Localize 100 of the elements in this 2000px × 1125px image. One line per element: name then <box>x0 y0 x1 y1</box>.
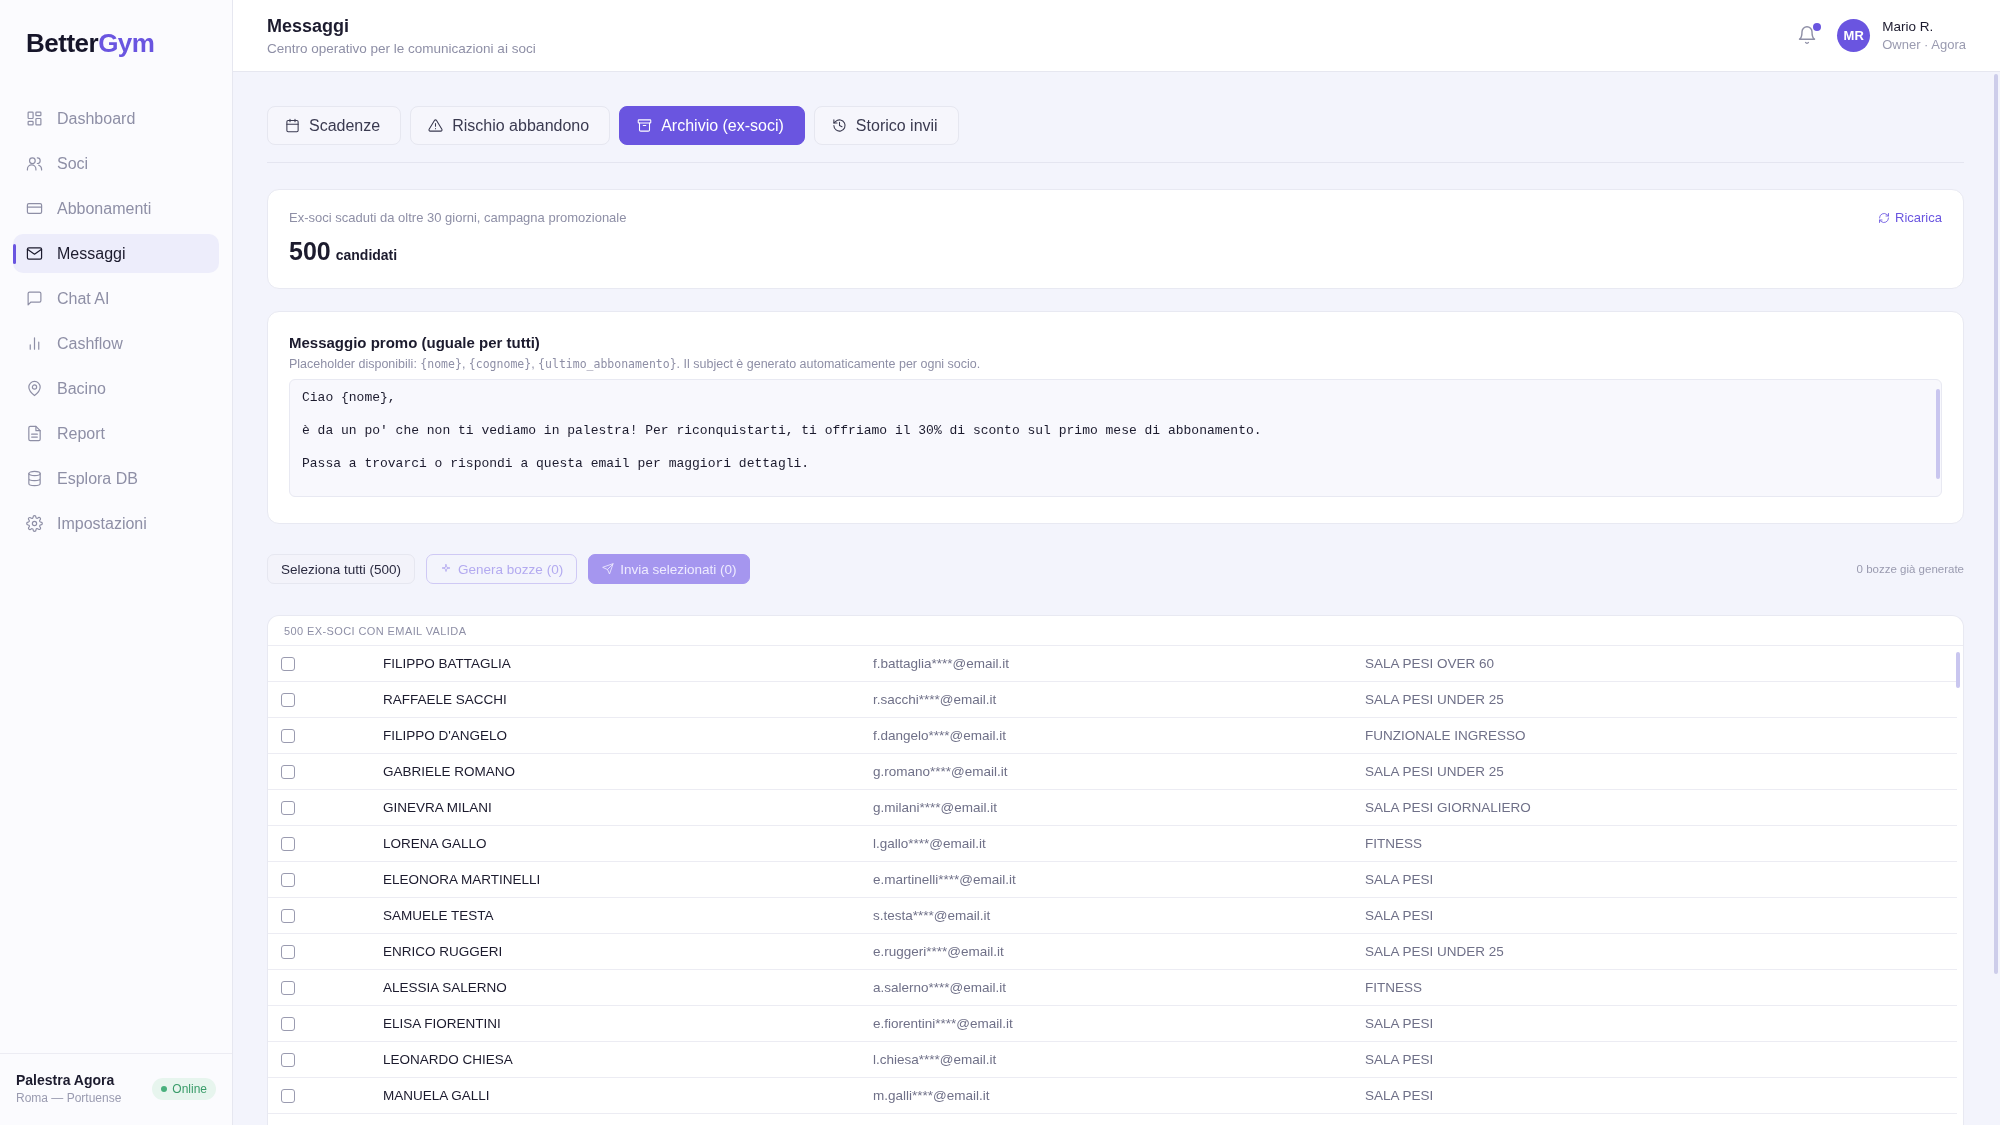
table-cell-text: SALA PESI <box>1365 1016 1435 1031</box>
table-cell-text: ELISA FIORENTINI <box>383 1016 502 1031</box>
select-all-button[interactable]: Seleziona tutti (500) <box>267 554 416 584</box>
checkbox[interactable] <box>281 908 295 923</box>
logo: BetterGym <box>25 27 156 60</box>
sidebar-item[interactable]: Chat AI <box>13 279 219 318</box>
table-cell-text: SALA PESI UNDER 25 <box>1365 764 1505 779</box>
database-icon <box>26 470 43 487</box>
checkbox[interactable] <box>281 800 295 815</box>
settings-icon <box>26 515 43 532</box>
table-cell-text: ELEONORA MARTINELLI <box>383 872 542 887</box>
page-subtitle: Centro operativo per le comunicazioni ai soci <box>267 40 536 56</box>
table-cell-text: SALA PESI <box>1365 908 1435 923</box>
sidebar-item[interactable]: Bacino <box>13 369 219 408</box>
table-cell-text: RAFFAELE SACCHI <box>383 692 508 707</box>
table-cell-text: ENRICO RUGGERI <box>383 944 504 959</box>
checkbox[interactable] <box>281 872 295 887</box>
table-cell-text: SALA PESI UNDER 25 <box>1365 944 1505 959</box>
scrollbar[interactable] <box>1994 74 1998 974</box>
tab[interactable]: Archivio (ex-soci) <box>619 106 805 145</box>
sidebar-item[interactable]: Report <box>13 414 219 453</box>
gym-location: Roma — Portuense <box>16 1091 122 1105</box>
table-cell-text: SALA PESI <box>1365 1052 1435 1067</box>
user-name: Mario R. <box>1882 19 1935 34</box>
table-cell-text: g.romano****@email.it <box>873 764 1009 779</box>
message-title: Messaggio promo (uguale per tutti) <box>289 334 541 351</box>
tab[interactable]: Storico invii <box>813 106 959 145</box>
table-cell-text: FITNESS <box>1365 836 1423 851</box>
credit-card-icon <box>26 200 43 217</box>
checkbox[interactable] <box>281 692 295 707</box>
message-field[interactable]: Ciao {nome}, è da un po' che non ti vediamo in palestra! Per riconquistarti, ti offriamo il 30% di sconto sul primo mese di abbonamento. Passa a trovarci o rispondi a questa email per maggiori dettagli. <box>289 379 1942 497</box>
refresh-icon <box>1878 211 1891 224</box>
table-cell-text: l.chiesa****@email.it <box>873 1052 998 1067</box>
reload-link[interactable]: Ricarica <box>1878 210 1942 225</box>
table-cell-text: GINEVRA MILANI <box>383 800 493 815</box>
table-cell-text: LORENA GALLO <box>383 836 488 851</box>
drafts-note: 0 bozze già generate <box>1856 563 1964 575</box>
table-cell-text: l.gallo****@email.it <box>873 836 987 851</box>
user-role: Owner · Agora <box>1882 37 1966 52</box>
table-cell-text: SALA PESI GIORNALIERO <box>1365 800 1532 815</box>
page-title: Messaggi <box>267 15 351 37</box>
notifications-icon <box>1797 24 1818 45</box>
sidebar-item[interactable]: Impostazioni <box>13 504 219 543</box>
checkbox[interactable] <box>281 728 295 743</box>
history-icon <box>831 118 847 133</box>
warning-icon <box>428 118 444 133</box>
table-caption: 500 EX-SOCI CON EMAIL VALIDA <box>268 616 1963 646</box>
map-pin-icon <box>26 380 43 397</box>
candidate-count: 500 <box>289 237 331 266</box>
chat-bubble-icon <box>26 290 43 307</box>
status-badge: Online <box>152 1077 216 1100</box>
table-cell-text: g.milani****@email.it <box>873 800 998 815</box>
checkbox[interactable] <box>281 836 295 851</box>
notifications-button[interactable] <box>1797 24 1820 47</box>
table-cell-text: f.battaglia****@email.it <box>873 656 1011 671</box>
document-icon <box>26 425 43 442</box>
count-label: candidati <box>335 247 398 263</box>
table-cell-text: SALA PESI OVER 60 <box>1365 656 1496 671</box>
dashboard-icon <box>26 110 43 127</box>
checkbox[interactable] <box>281 1052 295 1067</box>
table-cell-text: FILIPPO D'ANGELO <box>383 728 509 743</box>
table-cell-text: e.ruggeri****@email.it <box>873 944 1005 959</box>
table-cell-text: r.sacchi****@email.it <box>873 692 998 707</box>
sidebar-item[interactable]: Dashboard <box>13 99 219 138</box>
summary-caption: Ex-soci scaduti da oltre 30 giorni, campagna promozionale <box>289 210 627 225</box>
table-cell-text: SALA PESI <box>1365 872 1435 887</box>
scrollbar[interactable] <box>1936 389 1940 479</box>
table-cell-text: FUNZIONALE INGRESSO <box>1365 728 1527 743</box>
table-cell-text: a.salerno****@email.it <box>873 980 1008 995</box>
sidebar-item[interactable]: Messaggi <box>13 234 219 273</box>
gym-name: Palestra Agora <box>16 1072 116 1088</box>
send-icon <box>602 563 615 575</box>
table-cell-text: GABRIELE ROMANO <box>383 764 517 779</box>
scrollbar[interactable] <box>1956 652 1960 688</box>
tab[interactable]: Rischio abbandono <box>410 106 611 145</box>
sparkle-icon <box>440 563 453 575</box>
table-cell-text: SAMUELE TESTA <box>383 908 495 923</box>
sidebar-item[interactable]: Cashflow <box>13 324 219 363</box>
checkbox[interactable] <box>281 764 295 779</box>
placeholder-hint: Placeholder disponibili: {nome}, {cognome}, {ultimo_abbonamento}. Il subject è generato automaticamente per ogni socio. <box>289 357 982 371</box>
table-cell-text: e.fiorentini****@email.it <box>873 1016 1014 1031</box>
checkbox[interactable] <box>281 944 295 959</box>
checkbox[interactable] <box>281 1088 295 1103</box>
sidebar-item[interactable]: Abbonamenti <box>13 189 219 228</box>
table-cell-text: FITNESS <box>1365 980 1423 995</box>
checkbox[interactable] <box>281 1016 295 1031</box>
table-cell-text: m.galli****@email.it <box>873 1088 991 1103</box>
table-cell-text: FILIPPO BATTAGLIA <box>383 656 512 671</box>
table-cell-text: LEONARDO CHIESA <box>383 1052 514 1067</box>
calendar-icon <box>285 118 300 133</box>
table-cell-text: ALESSIA SALERNO <box>383 980 508 995</box>
table-cell-text: SALA PESI <box>1365 1088 1435 1103</box>
checkbox[interactable] <box>281 656 295 671</box>
sidebar-item[interactable]: Esplora DB <box>13 459 219 498</box>
tab[interactable]: Scadenze <box>267 106 402 145</box>
mail-icon <box>26 245 43 262</box>
checkbox[interactable] <box>281 980 295 995</box>
table-cell-text: f.dangelo****@email.it <box>873 728 1008 743</box>
sidebar-item[interactable]: Soci <box>13 144 219 183</box>
avatar[interactable]: MR <box>1837 19 1871 52</box>
